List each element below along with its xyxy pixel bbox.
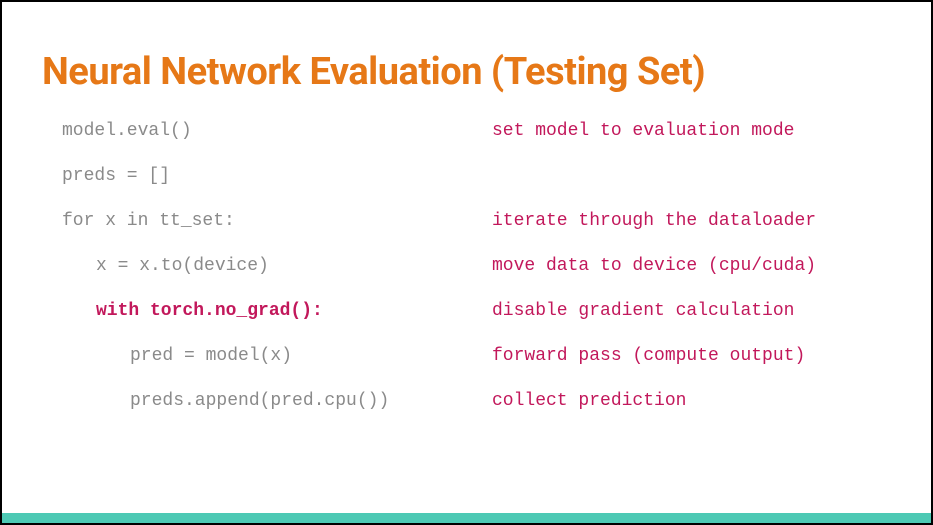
slide-content: model.eval() set model to evaluation mod… [2, 118, 931, 415]
code-cell: for x in tt_set: [62, 208, 492, 235]
code-cell: pred = model(x) [62, 343, 492, 370]
code-row: x = x.to(device) move data to device (cp… [62, 253, 891, 280]
slide-title: Neural Network Evaluation (Testing Set) [2, 2, 931, 118]
code-cell: preds = [] [62, 163, 492, 190]
code-row: preds = [] [62, 163, 891, 190]
code-cell: with torch.no_grad(): [62, 298, 492, 325]
comment-cell: set model to evaluation mode [492, 118, 794, 145]
comment-cell: iterate through the dataloader [492, 208, 816, 235]
code-row: with torch.no_grad(): disable gradient c… [62, 298, 891, 325]
code-row: preds.append(pred.cpu()) collect predict… [62, 388, 891, 415]
comment-cell: forward pass (compute output) [492, 343, 805, 370]
code-cell: preds.append(pred.cpu()) [62, 388, 492, 415]
code-row: model.eval() set model to evaluation mod… [62, 118, 891, 145]
code-cell: model.eval() [62, 118, 492, 145]
code-cell: x = x.to(device) [62, 253, 492, 280]
code-row: pred = model(x) forward pass (compute ou… [62, 343, 891, 370]
comment-cell: collect prediction [492, 388, 686, 415]
comment-cell: disable gradient calculation [492, 298, 794, 325]
code-row: for x in tt_set: iterate through the dat… [62, 208, 891, 235]
comment-cell: move data to device (cpu/cuda) [492, 253, 816, 280]
footer-accent-bar [2, 513, 931, 523]
